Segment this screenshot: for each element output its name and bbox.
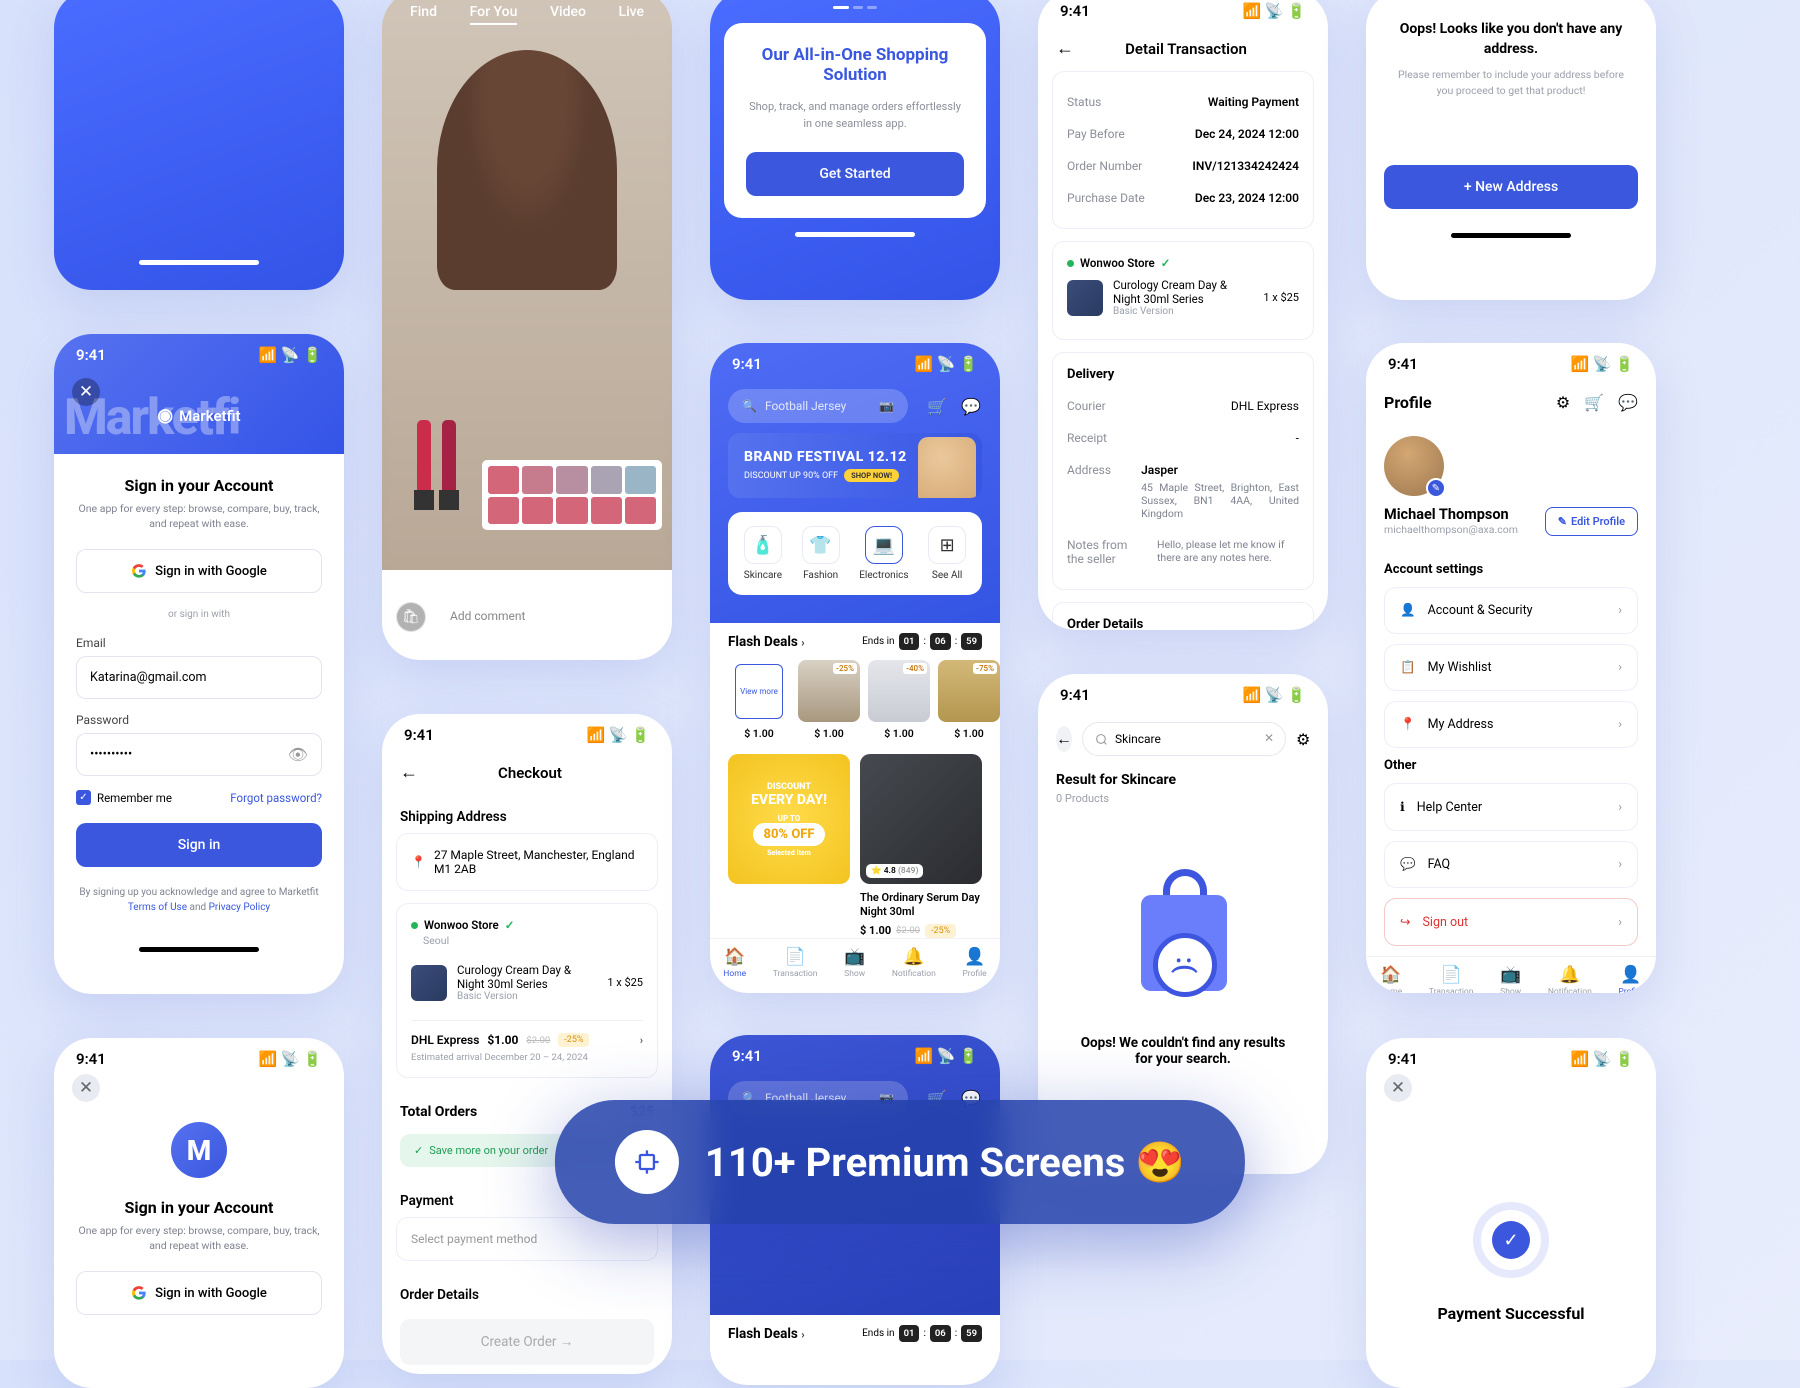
flash-product[interactable]: -40%$ 1.00 xyxy=(868,660,930,740)
my-wishlist[interactable]: 📋My Wishlist› xyxy=(1384,644,1638,691)
tab-for-you[interactable]: For You xyxy=(470,4,518,25)
chat-icon[interactable]: 💬 xyxy=(960,395,982,417)
forgot-password-link[interactable]: Forgot password? xyxy=(230,791,322,805)
remember-checkbox[interactable]: ✓ xyxy=(76,790,91,805)
tab-video[interactable]: Video xyxy=(550,4,586,25)
close-icon[interactable]: ✕ xyxy=(1384,1074,1412,1102)
help-center[interactable]: ℹHelp Center› xyxy=(1384,783,1638,831)
edit-profile-button[interactable]: ✎ Edit Profile xyxy=(1545,507,1638,536)
cart-icon[interactable]: 🛒 xyxy=(1584,393,1604,412)
nav-transaction[interactable]: 📄Transaction xyxy=(1429,965,1474,993)
cat-seeall[interactable]: ⊞See All xyxy=(928,526,966,581)
onboarding-sub: Shop, track, and manage orders effortles… xyxy=(746,99,964,132)
email-input[interactable] xyxy=(76,656,322,699)
shop-icon[interactable]: 🛍 xyxy=(396,602,426,632)
status-icons: 📶 📡 🔋 xyxy=(1243,2,1307,20)
nav-transaction[interactable]: 📄Transaction xyxy=(773,947,818,979)
signin-heading: Sign in your Account xyxy=(76,476,322,495)
get-started-button[interactable]: Get Started xyxy=(746,152,964,196)
search-input[interactable]: 🔍 Football Jersey📷 xyxy=(728,389,908,423)
signout[interactable]: ↪Sign out› xyxy=(1384,898,1638,946)
nav-profile[interactable]: 👤Profile xyxy=(1618,965,1642,993)
shipping-method[interactable]: DHL Express $1.00 $2.00 -25% › xyxy=(411,1020,643,1047)
flash-product[interactable]: -75%$ 1.00 xyxy=(938,660,1000,740)
promo-banner[interactable]: BRAND FESTIVAL 12.12 DISCOUNT UP 90% OFF… xyxy=(728,433,982,498)
flash-product[interactable]: -25%$ 1.00 xyxy=(798,660,860,740)
password-input[interactable] xyxy=(76,733,322,776)
discount-banner[interactable]: DISCOUNT EVERY DAY! UP TO 80% OFF Select… xyxy=(728,754,850,938)
eye-icon[interactable]: 👁 xyxy=(288,745,308,764)
product-card[interactable]: ⭐ 4.8 (849) The Ordinary Serum Day Night… xyxy=(860,754,982,938)
nav-notification[interactable]: 🔔Notification xyxy=(1548,965,1592,993)
back-icon[interactable]: ← xyxy=(1056,726,1072,752)
back-icon[interactable]: ← xyxy=(1056,38,1074,59)
gear-icon[interactable]: ⚙ xyxy=(1556,393,1570,412)
product-thumb xyxy=(1067,280,1103,316)
cat-skincare[interactable]: 🧴Skincare xyxy=(744,526,782,581)
tab-live[interactable]: Live xyxy=(619,4,644,25)
signin-button[interactable]: Sign in xyxy=(76,823,322,867)
clear-icon[interactable]: ✕ xyxy=(1264,731,1274,745)
no-address-title: Oops! Looks like you don't have any addr… xyxy=(1392,20,1630,59)
google-signin-button[interactable]: Sign in with Google xyxy=(76,1271,322,1315)
my-address[interactable]: 📍My Address› xyxy=(1384,701,1638,748)
page-title: Detail Transaction xyxy=(1086,40,1286,58)
tab-find[interactable]: Find xyxy=(410,4,437,25)
avatar[interactable]: ✎ xyxy=(1384,436,1444,496)
status-time: 9:41 xyxy=(1060,2,1090,20)
payment-success-title: Payment Successful xyxy=(1366,1304,1656,1323)
faq[interactable]: 💬FAQ› xyxy=(1384,841,1638,888)
create-order-button[interactable]: Create Order → xyxy=(400,1319,654,1365)
google-signin-button[interactable]: Sign in with Google xyxy=(76,549,322,593)
search-input[interactable] xyxy=(1082,722,1286,756)
chat-icon[interactable]: 💬 xyxy=(1618,393,1638,412)
nav-notification[interactable]: 🔔Notification xyxy=(892,947,936,979)
new-address-button[interactable]: + New Address xyxy=(1384,165,1638,209)
like-icon[interactable]: ♡ xyxy=(588,602,618,632)
back-icon[interactable]: ← xyxy=(400,762,418,783)
nav-show[interactable]: 📺Show xyxy=(844,947,865,979)
close-icon[interactable]: ✕ xyxy=(72,1074,100,1102)
view-more[interactable]: View more xyxy=(735,664,783,719)
edit-avatar-icon[interactable]: ✎ xyxy=(1426,478,1446,498)
shipping-address[interactable]: 📍27 Maple Street, Manchester, England M1… xyxy=(396,833,658,891)
nav-show[interactable]: 📺Show xyxy=(1500,965,1521,993)
cat-electronics[interactable]: 💻Electronics xyxy=(859,526,908,581)
nav-home[interactable]: 🏠Home xyxy=(1379,965,1402,993)
account-security[interactable]: 👤Account & Security› xyxy=(1384,587,1638,634)
promo-pill: 110+ Premium Screens 😍 xyxy=(555,1100,1245,1224)
cat-fashion[interactable]: 👕Fashion xyxy=(802,526,840,581)
cart-icon[interactable]: 🛒 xyxy=(926,395,948,417)
onboarding-title: Our All-in-One Shopping Solution xyxy=(746,45,964,85)
no-address-sub: Please remember to include your address … xyxy=(1392,67,1630,99)
bag-icon[interactable]: 🛍 xyxy=(628,602,658,632)
nav-home[interactable]: 🏠Home xyxy=(723,947,746,979)
filter-icon[interactable]: ⚙ xyxy=(1296,730,1310,749)
nav-profile[interactable]: 👤Profile xyxy=(962,947,986,979)
